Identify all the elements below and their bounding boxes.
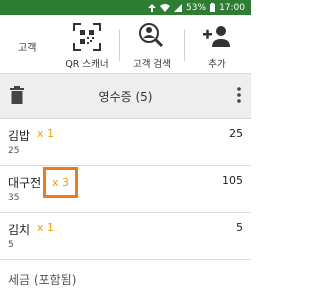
clock: 17:00 [219, 2, 245, 13]
item-unit-price: 25 [8, 146, 20, 156]
item-unit-price: 5 [8, 240, 14, 250]
item-name: 김치 [8, 223, 31, 237]
toolbar-divider [119, 29, 120, 61]
item-total: 25 [229, 127, 243, 140]
add-customer-label: 추가 [208, 59, 226, 70]
receipt-header: 영수증 (5) [0, 74, 251, 119]
customer-label: 고객 [18, 43, 37, 54]
item-name: 대구전 [8, 176, 42, 190]
customer-search-button[interactable]: 고객 검색 [124, 21, 180, 71]
qr-scanner-button[interactable]: QR 스캐너 [59, 21, 115, 71]
battery-icon [210, 3, 216, 12]
qr-scanner-icon [71, 21, 103, 53]
battery-percent: 53% [186, 2, 207, 13]
item-quantity: x 1 [37, 221, 55, 234]
tax-label: 세금 (포함됨) [8, 273, 77, 287]
customer-search-icon [136, 21, 168, 53]
status-bar: 53% 17:00 [0, 0, 251, 15]
toolbar-divider [184, 29, 185, 61]
item-name: 김밥 [8, 129, 31, 143]
add-person-icon [201, 21, 233, 53]
item-unit-price: 35 [8, 193, 20, 203]
qr-scanner-label: QR 스캐너 [65, 59, 109, 70]
add-customer-button[interactable]: 추가 [189, 21, 245, 71]
receipt-item-row[interactable]: 김밥 x 1 25 25 [0, 119, 251, 166]
customer-toolbar: 고객 QR 스캐너 고객 검색 추가 [0, 15, 251, 74]
more-options-icon[interactable] [237, 87, 241, 107]
item-total: 5 [236, 221, 243, 234]
wifi-icon [160, 3, 171, 12]
signal-icon [174, 3, 183, 12]
up-arrow-icon [148, 3, 157, 12]
item-quantity: x 1 [37, 127, 55, 140]
receipt-title: 영수증 (5) [98, 90, 153, 104]
quantity-highlight-box[interactable]: x 3 [43, 167, 78, 198]
receipt-item-row[interactable]: 대구전 35 105 [0, 166, 251, 213]
item-total: 105 [222, 174, 243, 187]
receipt-item-row[interactable]: 김치 x 1 5 5 [0, 213, 251, 260]
customer-search-label: 고객 검색 [133, 59, 171, 70]
item-quantity: x 3 [51, 176, 69, 189]
